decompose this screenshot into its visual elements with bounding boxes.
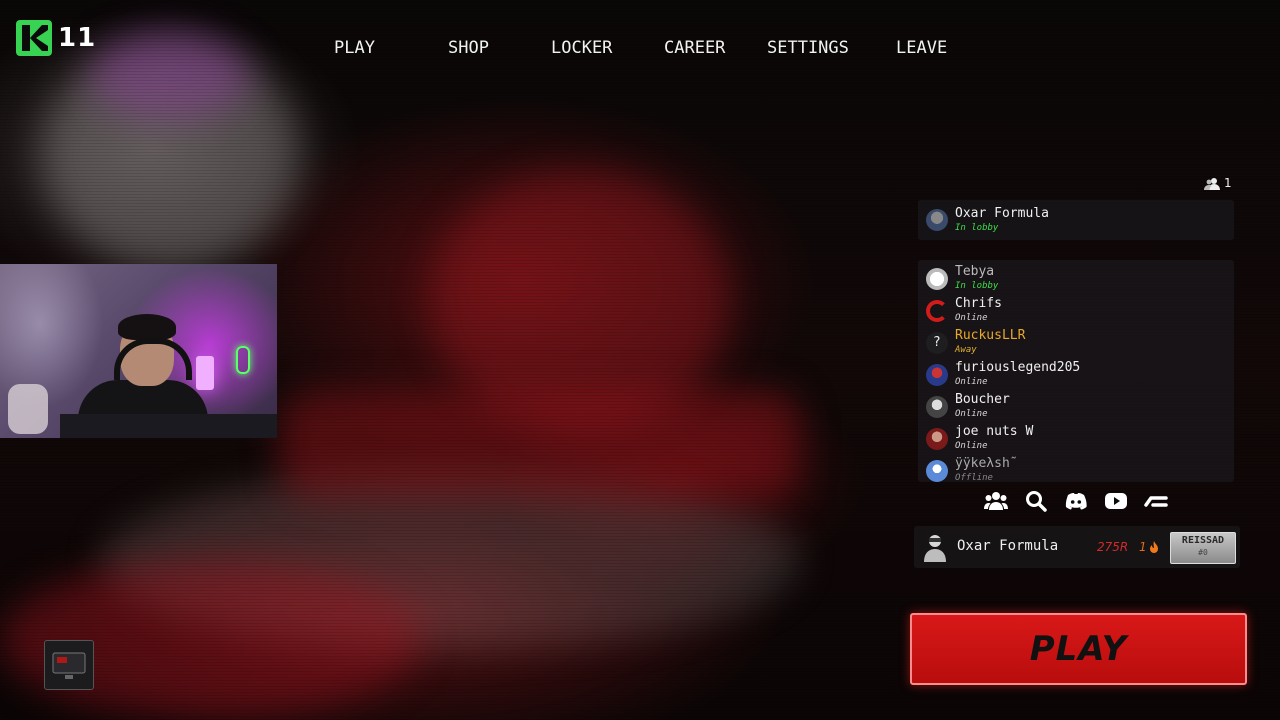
nav-locker[interactable]: LOCKER: [551, 38, 612, 58]
friend-item[interactable]: joe nuts W Online: [918, 424, 1234, 456]
friend-item[interactable]: furiouslegend205 Online: [918, 360, 1234, 392]
player-streak: 1: [1139, 540, 1159, 554]
nav-play[interactable]: PLAY: [334, 38, 375, 58]
player-name: Oxar Formula: [957, 538, 1059, 554]
neon-sign: [236, 346, 250, 374]
party-count[interactable]: 1: [1204, 176, 1232, 190]
youtube-icon[interactable]: [1104, 490, 1128, 512]
friends-icon[interactable]: [984, 490, 1008, 512]
player-card[interactable]: Oxar Formula 275R 1 REISSAD #0: [914, 526, 1240, 568]
character-avatar-icon: [926, 396, 948, 418]
red-ring-avatar-icon: [926, 300, 948, 322]
friend-status: Online: [955, 377, 988, 387]
main-nav: PLAY SHOP LOCKER CAREER SETTINGS LEAVE: [0, 38, 1280, 64]
nav-settings[interactable]: SETTINGS: [767, 38, 849, 58]
webcam-overlay: [0, 264, 277, 438]
friend-item[interactable]: ? RuckusLLR Away: [918, 328, 1234, 360]
question-mark-avatar-icon: ?: [926, 332, 948, 354]
link-icon[interactable]: [1144, 490, 1168, 512]
friend-item[interactable]: Chrifs Online: [918, 296, 1234, 328]
party-icon: [1204, 177, 1220, 190]
character-avatar-icon: [926, 428, 948, 450]
friend-status: Offline: [955, 473, 993, 482]
party-member-card[interactable]: Oxar Formula In lobby: [918, 200, 1234, 240]
player-rp: 275R: [1097, 540, 1129, 554]
nav-career[interactable]: CAREER: [664, 38, 725, 58]
rank-sub: #0: [1198, 548, 1208, 557]
play-button-label: PLAY: [1029, 629, 1128, 669]
friend-name: joe nuts W: [955, 424, 1034, 439]
social-icons: [984, 490, 1174, 512]
streak-count: 1: [1139, 540, 1147, 554]
nav-leave[interactable]: LEAVE: [896, 38, 947, 58]
friend-item[interactable]: Tebya In lobby: [918, 264, 1234, 296]
rank-name: REISSAD: [1181, 535, 1225, 546]
player-avatar-icon: [924, 535, 946, 562]
nav-shop[interactable]: SHOP: [448, 38, 489, 58]
friend-status: Online: [955, 441, 988, 451]
friend-status: Online: [955, 313, 988, 323]
party-member-status: In lobby: [955, 223, 999, 233]
friend-name: RuckusLLR: [955, 328, 1026, 343]
streamer-hair: [118, 314, 176, 340]
friend-item[interactable]: Boucher Online: [918, 392, 1234, 424]
discord-icon[interactable]: [1064, 490, 1088, 512]
friend-name: ÿÿkeλsh˜: [955, 456, 1018, 471]
friend-name: Boucher: [955, 392, 1010, 407]
friend-name: furiouslegend205: [955, 360, 1081, 375]
chair: [8, 384, 48, 434]
rank-badge: REISSAD #0: [1170, 532, 1236, 564]
friend-name: Tebya: [955, 264, 995, 279]
character-avatar-icon: [926, 209, 948, 231]
friend-status: In lobby: [955, 281, 999, 291]
character-avatar-icon: [926, 364, 948, 386]
desk: [60, 414, 277, 438]
search-icon[interactable]: [1024, 490, 1048, 512]
white-circle-avatar-icon: [926, 268, 948, 290]
play-button[interactable]: PLAY: [910, 613, 1247, 685]
friend-status: Online: [955, 409, 988, 419]
friends-list[interactable]: Tebya In lobby Chrifs Online ? RuckusLLR…: [918, 260, 1234, 482]
monitor-icon: [52, 652, 86, 679]
friend-status: Away: [955, 345, 977, 355]
flame-icon: [1149, 541, 1158, 553]
blue-avatar-icon: [926, 460, 948, 482]
party-count-value: 1: [1224, 176, 1232, 190]
friend-name: Chrifs: [955, 296, 1002, 311]
party-member-name: Oxar Formula: [955, 206, 1049, 221]
mode-thumbnail-button[interactable]: [44, 640, 94, 690]
friend-item[interactable]: ÿÿkeλsh˜ Offline: [918, 456, 1234, 482]
